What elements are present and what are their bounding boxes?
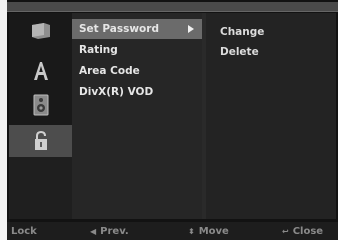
submenu-item-delete[interactable]: Delete <box>220 46 259 58</box>
help-bar: Lock ◀ Prev. ⬍ Move ↩ Close <box>7 222 338 240</box>
category-icon-column <box>9 13 72 219</box>
submenu-item-change[interactable]: Change <box>220 26 264 38</box>
section-name: Lock <box>11 226 37 237</box>
category-disc[interactable] <box>9 17 72 45</box>
osd-screen: Set Password Rating Area Code DivX(R) VO… <box>7 0 338 240</box>
language-icon <box>33 62 48 80</box>
menu-item-label: Rating <box>79 44 118 56</box>
category-lock[interactable] <box>9 125 72 157</box>
move-hint: ⬍ Move <box>188 226 229 237</box>
lock-menu: Set Password Rating Area Code DivX(R) VO… <box>72 13 202 219</box>
menu-item-divx-vod[interactable]: DivX(R) VOD <box>72 82 202 102</box>
menu-item-label: Area Code <box>79 65 140 77</box>
category-audio[interactable] <box>9 91 72 119</box>
menu-item-label: DivX(R) VOD <box>79 86 154 98</box>
menu-item-label: Set Password <box>79 23 159 35</box>
menu-item-rating[interactable]: Rating <box>72 40 202 60</box>
icon-column-empty <box>9 157 72 219</box>
return-icon: ↩ <box>282 227 289 236</box>
disc-icon <box>31 23 50 39</box>
top-bar <box>7 2 338 12</box>
arrow-right-icon <box>188 25 194 33</box>
lock-icon <box>34 131 47 150</box>
triangle-left-icon: ◀ <box>90 227 97 236</box>
up-down-icon: ⬍ <box>188 227 195 236</box>
menu-item-set-password[interactable]: Set Password <box>72 19 202 39</box>
menu-item-area-code[interactable]: Area Code <box>72 61 202 81</box>
prev-hint: ◀ Prev. <box>90 226 129 237</box>
submenu-panel: Change Delete <box>206 13 336 219</box>
setup-panel: Set Password Rating Area Code DivX(R) VO… <box>9 13 336 219</box>
close-hint: ↩ Close <box>282 226 324 237</box>
category-language[interactable] <box>9 57 72 85</box>
audio-icon <box>33 94 48 116</box>
